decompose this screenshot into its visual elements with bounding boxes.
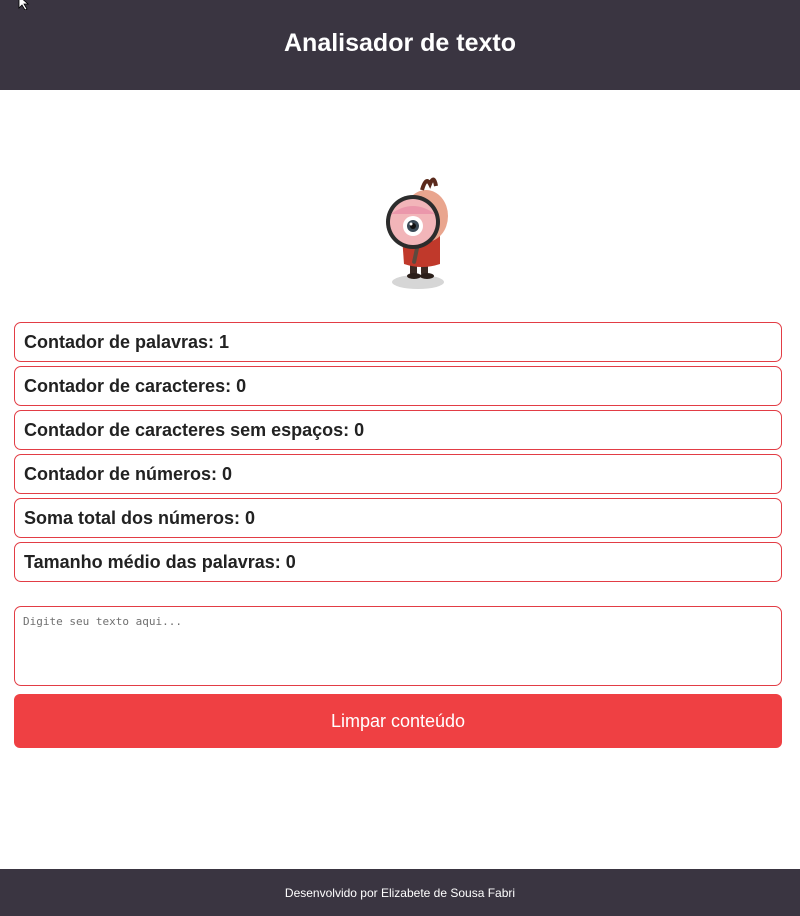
stat-avg-word-length: Tamanho médio das palavras: 0	[14, 542, 782, 582]
stat-label: Tamanho médio das palavras:	[24, 551, 286, 572]
stat-number-sum: Soma total dos números: 0	[14, 498, 782, 538]
app-footer: Desenvolvido por Elizabete de Sousa Fabr…	[0, 869, 800, 916]
text-input[interactable]	[14, 606, 782, 686]
app-header: Analisador de texto	[0, 0, 800, 90]
stat-label: Contador de números:	[24, 463, 223, 484]
stat-label: Contador de caracteres:	[24, 375, 237, 396]
stat-value: 0	[354, 419, 365, 440]
stat-char-no-spaces-count: Contador de caracteres sem espaços: 0	[14, 410, 782, 450]
mouse-cursor-icon	[18, 0, 30, 10]
footer-credit: Desenvolvido por Elizabete de Sousa Fabr…	[284, 885, 516, 900]
stat-value: 0	[236, 375, 247, 396]
magnifier-mascot-icon	[386, 177, 448, 289]
stat-value: 0	[285, 551, 296, 572]
stat-word-count: Contador de palavras: 1	[14, 322, 782, 362]
stats-list: Contador de palavras: 1 Contador de cara…	[14, 322, 782, 586]
stat-value: 0	[222, 463, 233, 484]
stat-value: 1	[219, 331, 230, 352]
stat-label: Soma total dos números:	[24, 507, 246, 528]
clear-content-button[interactable]: Limpar conteúdo	[14, 694, 782, 748]
stat-label: Contador de palavras:	[24, 331, 220, 352]
stat-number-count: Contador de números: 0	[14, 454, 782, 494]
page-title: Analisador de texto	[284, 28, 516, 57]
stat-value: 0	[245, 507, 256, 528]
stat-char-count: Contador de caracteres: 0	[14, 366, 782, 406]
stat-label: Contador de caracteres sem espaços:	[24, 419, 355, 440]
